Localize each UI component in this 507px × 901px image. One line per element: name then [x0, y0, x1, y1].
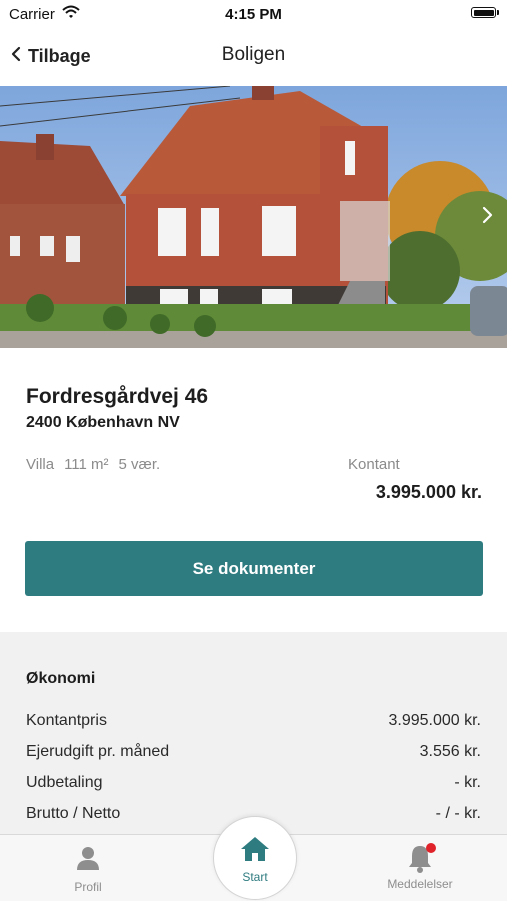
tab-start[interactable]: Start: [213, 816, 297, 900]
tab-profil[interactable]: Profil: [48, 835, 128, 901]
economy-row: Kontantpris 3.995.000 kr.: [26, 712, 481, 736]
navigation-bar: Tilbage Boligen: [0, 28, 507, 86]
status-bar: Carrier 4:15 PM: [0, 0, 507, 28]
price-value: 3.995.000 kr.: [375, 482, 482, 502]
economy-row-label: Udbetaling: [26, 774, 103, 791]
economy-title: Økonomi: [26, 670, 96, 687]
see-documents-button[interactable]: Se dokumenter: [25, 541, 483, 596]
bell-icon: [405, 843, 436, 873]
address-block: Fordresgårdvej 46 2400 København NV: [26, 384, 208, 432]
battery-tip: [497, 10, 499, 15]
property-facts: Villa 111 m² 5 vær.: [26, 456, 160, 473]
economy-row: Udbetaling - kr.: [26, 774, 481, 798]
postal-city: 2400 København NV: [26, 414, 180, 431]
tab-start-label: Start: [242, 870, 268, 884]
person-icon: [75, 845, 101, 876]
street-address: Fordresgårdvej 46: [26, 385, 209, 408]
economy-row-label: Brutto / Netto: [26, 805, 121, 822]
economy-row: Ejerudgift pr. måned 3.556 kr.: [26, 743, 481, 767]
economy-row-value: 3.995.000 kr.: [388, 712, 481, 729]
page-title: Boligen: [221, 44, 286, 65]
tab-meddelelser-label: Meddelelser: [387, 877, 453, 891]
home-icon: [239, 835, 271, 868]
clock: 4:15 PM: [225, 6, 282, 23]
chevron-right-icon[interactable]: [479, 204, 497, 226]
house-illustration: [0, 86, 507, 348]
tab-meddelelser[interactable]: Meddelelser: [380, 835, 460, 901]
see-documents-label: Se dokumenter: [192, 558, 316, 578]
economy-row-value: 3.556 kr.: [419, 743, 481, 760]
property-area: 111 m²: [64, 456, 109, 473]
economy-row-value: - kr.: [454, 774, 481, 791]
property-rooms: 5 vær.: [118, 456, 161, 473]
property-type: Villa: [26, 456, 55, 473]
tab-profil-label: Profil: [74, 880, 102, 894]
battery-icon: [471, 7, 496, 18]
property-photo[interactable]: [0, 86, 507, 348]
economy-row-value: - / - kr.: [435, 805, 481, 822]
economy-row-label: Kontantpris: [26, 712, 107, 729]
economy-row-label: Ejerudgift pr. måned: [26, 743, 170, 760]
price-label: Kontant: [348, 456, 400, 473]
notification-badge: [426, 843, 436, 853]
